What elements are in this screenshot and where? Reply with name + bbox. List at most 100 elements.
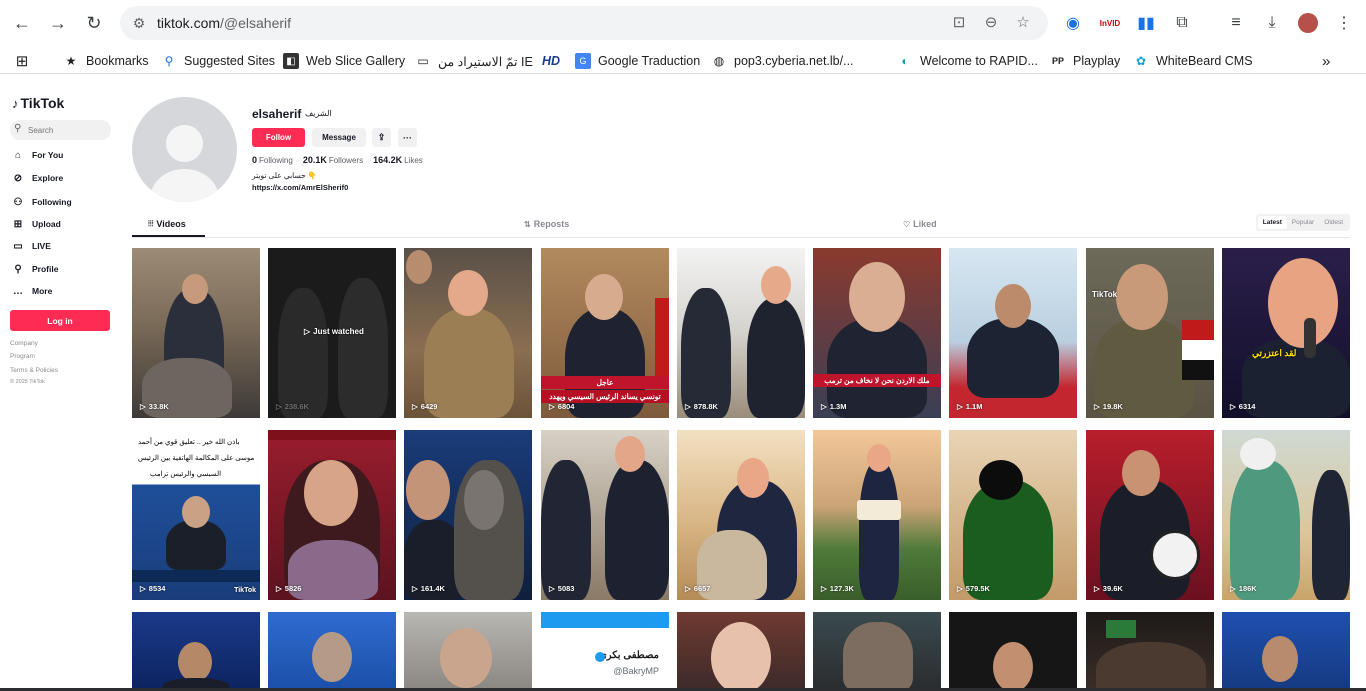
view-count: ▷ 161.4K — [412, 584, 445, 593]
video-card[interactable] — [949, 612, 1077, 691]
stat-following[interactable]: 0 Following — [252, 155, 293, 165]
video-card[interactable]: TikTok ▷ 19.8K — [1086, 248, 1214, 418]
video-card[interactable]: ▷ Just watched ▷ 238.6K — [268, 248, 396, 418]
bookmark-google-traduction[interactable]: G Google Traduction — [575, 51, 700, 71]
invid-extension-icon[interactable]: InVID — [1099, 12, 1121, 34]
bookmark-playplay[interactable]: PP Playplay — [1050, 51, 1120, 71]
sidebar-item-more[interactable]: … More — [10, 283, 52, 299]
reload-icon[interactable]: ↻ — [81, 10, 107, 36]
extensions-puzzle-icon[interactable]: ⧉ — [1171, 12, 1193, 34]
bookmark-ie-folder[interactable]: ▭ تمّ الاستيراد من IE — [415, 51, 532, 71]
video-card[interactable]: ملك الاردن نحن لا نخاف من ترمب ▷ 1.3M — [813, 248, 941, 418]
share-icon[interactable]: ⇪ — [372, 128, 391, 147]
view-count: ▷ 878.8K — [685, 402, 718, 411]
tab-liked[interactable]: ♡ Liked — [903, 219, 937, 229]
search-input[interactable] — [28, 123, 106, 137]
video-card[interactable]: ▷ 161.4K — [404, 430, 532, 600]
more-options-icon[interactable]: ··· — [398, 128, 417, 147]
video-card[interactable]: ▷ 6429 — [404, 248, 532, 418]
footer-company[interactable]: Company — [10, 340, 38, 347]
search-icon: ⚲ — [14, 123, 22, 134]
video-card[interactable]: ▷ 5826 — [268, 430, 396, 600]
forward-icon[interactable]: → — [45, 10, 71, 36]
media-queue-icon[interactable]: ≡ — [1225, 12, 1247, 34]
sort-oldest[interactable]: Oldest — [1319, 216, 1348, 229]
video-card[interactable] — [132, 612, 260, 691]
search-box[interactable]: ⚲ — [10, 120, 111, 140]
zoom-icon[interactable]: ⊖ — [982, 14, 1000, 32]
bookmark-pop3[interactable]: ◍ pop3.cyberia.net.lb/... — [711, 51, 854, 71]
video-card[interactable] — [677, 612, 805, 691]
sort-latest[interactable]: Latest — [1258, 216, 1287, 229]
video-card[interactable] — [268, 612, 396, 691]
tab-reposts[interactable]: ⇅ Reposts — [524, 219, 569, 229]
sort-popular[interactable]: Popular — [1289, 216, 1318, 229]
tiktok-logo[interactable]: ♪ TikTok — [12, 95, 64, 111]
video-card[interactable]: ▷ 33.8K — [132, 248, 260, 418]
video-card[interactable]: ▷ 1.1M — [949, 248, 1077, 418]
follow-button[interactable]: Follow — [252, 128, 305, 147]
message-button[interactable]: Message — [312, 128, 366, 147]
download-icon[interactable]: ⤓ — [1261, 12, 1283, 34]
address-bar[interactable]: ⚙ tiktok.com/@elsaherif ⊡ ⊖ ☆ — [120, 6, 1048, 40]
more-bookmarks-icon[interactable]: » — [1322, 51, 1330, 71]
stat-followers[interactable]: 20.1K Followers — [303, 155, 363, 165]
bookmark-web-slice-gallery[interactable]: ◧ Web Slice Gallery — [283, 51, 405, 71]
browser-menu-icon[interactable]: ⋮ — [1333, 12, 1355, 34]
video-card[interactable]: ▷ 127.3K — [813, 430, 941, 600]
video-card[interactable]: ▷ 186K — [1222, 430, 1350, 600]
bookmark-whitebeard[interactable]: ✿ WhiteBeard CMS — [1133, 51, 1253, 71]
footer-terms[interactable]: Terms & Policies — [10, 367, 58, 374]
profile-link[interactable]: https://x.com/AmrElSherif0 — [252, 183, 348, 192]
sidebar-item-explore[interactable]: ⊘ Explore — [10, 170, 63, 186]
install-app-icon[interactable]: ⊡ — [950, 14, 968, 32]
verified-badge-icon — [595, 652, 605, 662]
video-card[interactable] — [1222, 612, 1350, 691]
extension-eye-icon[interactable]: ◉ — [1062, 12, 1084, 34]
site-info-icon[interactable]: ⚙ — [130, 14, 148, 32]
bookmark-hd[interactable]: HD — [542, 51, 560, 71]
video-card[interactable]: عاجل تونسي يساند الرئيس السيسي ويهدد ▷ 68… — [541, 248, 669, 418]
bookmark-label: Web Slice Gallery — [306, 54, 406, 68]
bookmark-suggested-sites[interactable]: ⚲ Suggested Sites — [161, 51, 275, 71]
view-count: ▷ 33.8K — [140, 402, 169, 411]
video-card[interactable]: لقد اعتزرتي ▷ 6314 — [1222, 248, 1350, 418]
stat-likes: 164.2K Likes — [373, 155, 423, 165]
profile-avatar-icon[interactable] — [1297, 12, 1319, 34]
view-count-text: 238.6K — [284, 402, 309, 411]
video-card[interactable]: ▷ 6657 — [677, 430, 805, 600]
profile-avatar — [132, 97, 237, 202]
video-card[interactable]: باذن الله خير .. تعليق قوي من أحمد موسى … — [132, 430, 260, 600]
back-icon[interactable]: ← — [9, 10, 35, 36]
likes-count: 164.2K — [373, 155, 403, 165]
footer-program[interactable]: Program — [10, 353, 35, 360]
sidebar-item-live[interactable]: ▭ LIVE — [10, 238, 51, 254]
video-card[interactable]: ▷ 878.8K — [677, 248, 805, 418]
play-icon: ▷ — [276, 402, 282, 411]
view-count: ▷ 238.6K — [276, 402, 309, 411]
login-button[interactable]: Log in — [10, 310, 110, 331]
profile-nickname: الشريف — [305, 109, 332, 118]
tiktok-note-icon: ♪ — [12, 95, 19, 111]
whitebeard-icon: ✿ — [1135, 54, 1147, 68]
video-card[interactable]: ▷ 579.5K — [949, 430, 1077, 600]
bookmark-bookmarks[interactable]: ★ Bookmarks — [63, 51, 149, 71]
tab-videos[interactable]: ⦙⦙⦙ Videos — [148, 219, 186, 229]
audio-extension-icon[interactable]: ▮▮ — [1135, 12, 1157, 34]
sidebar-item-following[interactable]: ⚇ Following — [10, 194, 72, 210]
video-card[interactable] — [813, 612, 941, 691]
bookmark-label: Google Traduction — [598, 54, 701, 68]
url-text[interactable]: tiktok.com/@elsaherif — [157, 15, 291, 31]
bookmark-rapid[interactable]: ◐ Welcome to RAPID... — [897, 51, 1037, 71]
video-card[interactable]: ▷ 39.6K — [1086, 430, 1214, 600]
apps-grid-icon[interactable]: ⊞ — [14, 51, 37, 71]
bookmark-star-icon[interactable]: ☆ — [1014, 14, 1032, 32]
sidebar-item-profile[interactable]: ⚲ Profile — [10, 261, 58, 277]
video-card[interactable]: ▷ 5083 — [541, 430, 669, 600]
video-card[interactable]: مصطفى بكري @BakryMP — [541, 612, 669, 691]
video-card[interactable] — [1086, 612, 1214, 691]
sidebar-item-for-you[interactable]: ⌂ For You — [10, 147, 63, 163]
video-card[interactable] — [404, 612, 532, 691]
view-count: ▷ 39.6K — [1094, 584, 1123, 593]
sidebar-item-upload[interactable]: ⊞ Upload — [10, 216, 61, 232]
